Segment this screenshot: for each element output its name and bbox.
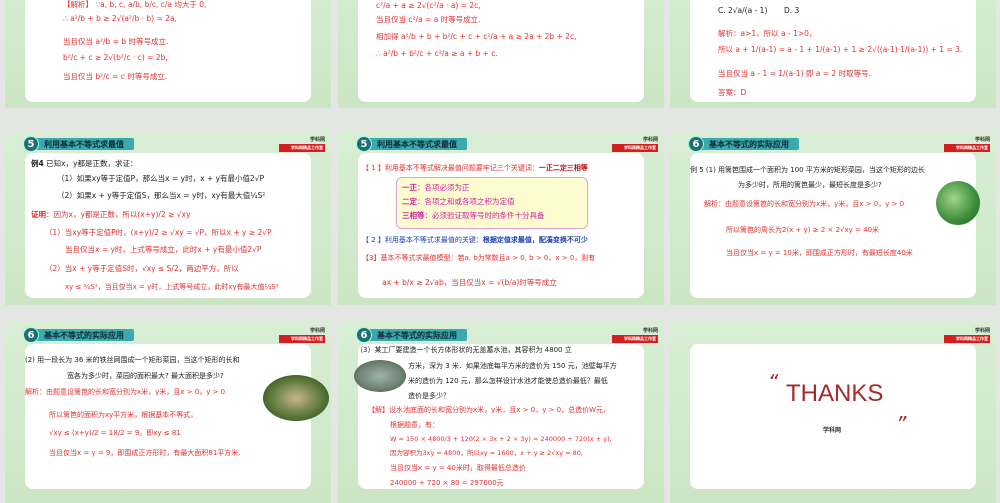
keyword: 一正 [402, 183, 417, 192]
question-text: 已知x，y都是正数，求证： [46, 159, 138, 168]
text-line: 当且仅当 a²/b = b 时等号成立. [63, 37, 169, 46]
text-line: 所以 a + 1/(a-1) = a - 1 + 1/(a-1) + 1 ≥ 2… [718, 45, 963, 54]
section-number: 5 [23, 136, 39, 152]
question-text: 宽各为多少时，菜园的面积最大? 最大面积是多少? [67, 372, 224, 380]
question-text: 为多少时，所用的篱笆最少，最短长度是多少? [738, 181, 882, 189]
text-line: 当且仅当x = y = 10米，即围成正方形时，有最短长度40米 [726, 249, 913, 257]
text-line: c²/a + a ≥ 2√(c²/a · a) = 2c, [376, 1, 481, 10]
question-text: （3）某工厂要建造一个长方体形状的无盖蓄水池，其容积为 4800 立 [356, 346, 572, 354]
point-2: 【 2 】利用基本不等式求最值的关键： [362, 236, 483, 244]
slide-card [690, 344, 976, 489]
text-line: √xy ≤ (x+y)/2 = 18/2 = 9，即xy ≤ 81 [49, 429, 181, 437]
text-line: 解析：a>1，所以 a - 1>0， [718, 29, 817, 38]
slide-thumbnail-5[interactable]: 5 利用基本不等式求最值 学科网 学科网精品工作室 【 1 】利用基本不等式解决最值… [338, 131, 664, 305]
keyword-desc: ：必须验证取等号时的条件十分具备 [424, 211, 545, 220]
section-header: 6 基本不等式的实际应用 [23, 327, 134, 343]
section-header: 6 基本不等式的实际应用 [356, 327, 467, 343]
point-1: 【 1 】利用基本不等式解决最值问题要牢记三个关键词： [362, 164, 539, 172]
slide-thumbnail-6[interactable]: 6 基本不等式的实际应用 学科网 学科网精品工作室 例 5 (1) 用篱笆围成一个面… [670, 131, 996, 305]
text-line: 【解析】 ∵a, b, c, a/b, b/c, c/a 均大于 0, [63, 0, 207, 9]
slide-thumbnail-1[interactable]: 【解析】 ∵a, b, c, a/b, b/c, c/a 均大于 0, ∴ a²… [5, 0, 331, 108]
text-line: 相加得 a²/b + b + b²/c + c + c²/a + a ≥ 2a … [376, 32, 577, 41]
logo-center: 学科网 [823, 427, 842, 434]
keyword: 三相等 [402, 211, 425, 220]
text-line: 所以篱笆的周长为2(x + y) ≥ 2 × 2√xy = 40米 [726, 226, 880, 234]
question-text: 米的造价为 120 元，那么怎样设计水池才能使总造价最低？最低 [408, 377, 608, 385]
text-line: 当且仅当 c²/a = a 时等号成立. [376, 15, 481, 24]
section-title: 基本不等式的实际应用 [701, 138, 799, 150]
text-line: 解析：由题意设篱笆的长和宽分别为x米，y米，且x > 0，y > 0 [704, 200, 905, 208]
text-line: 当且仅当 b²/c = c 时等号成立. [63, 72, 168, 81]
keyword-desc: ：各项必须为正 [417, 183, 470, 192]
text-line: b²/c + c ≥ 2√(b²/c · c) = 2b, [63, 53, 168, 62]
text-line: ：因为x，y都是正数，所以(x+y)/2 ≥ √xy [46, 210, 191, 219]
section-number: 5 [356, 136, 372, 152]
text-line: 当且仅当x = y时，上式等号成立，此时x + y有最小值2√P [65, 245, 262, 254]
text-line: ∴ a²/b + b ≥ 2√(a²/b · b) = 2a, [63, 14, 177, 23]
question-text: 例 5 (1) 用篱笆围成一个面积为 100 平方米的矩形菜园，当这个矩形的边长 [690, 166, 925, 174]
keyword: 二定 [402, 197, 417, 206]
logo: 学科网 学科网精品工作室 [279, 136, 325, 152]
text-line: 当且仅当x = y = 9，即围成正方形时，有最大面积81平方米. [49, 449, 241, 457]
slide-thumbnail-4[interactable]: 5 利用基本不等式求最值 学科网 学科网精品工作室 例4 已知x，y都是正数，求证：… [5, 131, 331, 305]
text-line: xy ≤ ¼S²，当且仅当x = y时，上式等号成立，此时xy有最大值¼S² [65, 283, 279, 291]
text-line: 所以篱笆的面积为xy平方米，根据基本不等式， [49, 411, 198, 419]
text-line: W = 150 × 4800/3 + 120(2 × 3x + 2 × 3y) … [390, 435, 612, 443]
option-d: D. 3 [784, 6, 800, 15]
logo: 学科网 学科网精品工作室 [944, 327, 990, 343]
text-line: ∴ a²/b + b²/c + c²/a ≥ a + b + c. [376, 49, 498, 58]
thanks-title: THANKS [786, 380, 884, 407]
section-title: 基本不等式的实际应用 [36, 329, 134, 341]
point-3: 【3】基本不等式求最值模型：若a, b为常数且a > 0, b > 0，x > … [362, 254, 596, 262]
pool-image [354, 360, 406, 392]
text-line: 【解】设水池底面的长和宽分别为x米，y米，且x > 0，y > 0，总造价W元， [368, 406, 611, 414]
garden-image [263, 375, 329, 421]
keyword-desc: ：各项之和或各项之积为定值 [417, 197, 515, 206]
answer: 答案：D [718, 88, 747, 97]
text-line: 当且仅当x = y = 40米时，取得最低总造价 [390, 464, 526, 472]
slide-thumbnail-2[interactable]: c²/a + a ≥ 2√(c²/a · a) = 2c, 当且仅当 c²/a … [338, 0, 664, 108]
logo: 学科网 学科网精品工作室 [612, 136, 658, 152]
slide-thumbnail-8[interactable]: 6 基本不等式的实际应用 学科网 学科网精品工作室 （3）某工厂要建造一个长方体形状… [338, 322, 664, 503]
slide-thumbnail-3[interactable]: C. 2√a/(a - 1) D. 3 解析：a>1，所以 a - 1>0， 所… [670, 0, 996, 108]
section-header: 5 利用基本不等式求最值 [356, 136, 467, 152]
logo: 学科网 学科网精品工作室 [279, 327, 325, 343]
question-text: 方米，深为 3 米．如果池底每平方米的造价为 150 元，池壁每平方 [408, 362, 617, 370]
close-quote: ” [896, 412, 907, 436]
logo: 学科网 学科网精品工作室 [612, 327, 658, 343]
text-line: 当且仅当 a - 1 = 1/(a-1) 即 a = 2 时取等号. [718, 69, 871, 78]
proof-label: 证明 [31, 210, 46, 219]
point-2-key: 根据定值求最值，配凑变换不可少 [482, 236, 588, 244]
question-text: （2）如果x + y等于定值S，那么当x = y时，xy有最大值¼S² [57, 191, 266, 200]
section-header: 6 基本不等式的实际应用 [688, 136, 799, 152]
question-text: (2) 用一段长为 36 米的铁丝网围成一个矩形菜园，当这个矩形的长和 [25, 356, 240, 364]
text-line: 因为容积为3xy = 4800，所以xy = 1600，x + y ≥ 2√xy… [390, 449, 584, 457]
option-c: C. 2√a/(a - 1) [718, 6, 768, 15]
slide-thumbnail-9[interactable]: 学科网 学科网精品工作室 “ THANKS ” 学科网 [670, 322, 996, 503]
text-line: （1）当xy等于定值P时，(x+y)/2 ≥ √xy = √P，所以x + y … [45, 228, 272, 237]
slide-thumbnail-7[interactable]: 6 基本不等式的实际应用 学科网 学科网精品工作室 (2) 用一段长为 36 米的铁… [5, 322, 331, 503]
section-header: 5 利用基本不等式求最值 [23, 136, 134, 152]
section-title: 利用基本不等式求最值 [369, 138, 467, 150]
text-line: （2）当x + y等于定值S时，√xy ≤ S/2，两边平方，所以 [45, 264, 239, 273]
question-text: （1）如果xy等于定值P，那么当x = y时，x + y有最小值2√P [57, 174, 265, 183]
question-text: 造价是多少？ [408, 392, 450, 400]
section-title: 基本不等式的实际应用 [369, 329, 467, 341]
open-quote: “ [768, 370, 779, 394]
point-1-keywords: 一正二定三相等 [538, 164, 588, 172]
section-title: 利用基本不等式求最值 [36, 138, 134, 150]
logo: 学科网 学科网精品工作室 [944, 136, 990, 152]
section-number: 6 [688, 136, 704, 152]
section-number: 6 [356, 327, 372, 343]
example-label: 例4 [31, 159, 44, 168]
fence-image [936, 181, 980, 225]
text-line: 根据题意，有： [390, 421, 439, 429]
section-number: 6 [23, 327, 39, 343]
text-line: 解析：由题意设篱笆的长和宽分别为x米，y米，且x > 0，y > 0 [25, 388, 226, 396]
formula: ax + b/x ≥ 2√ab，当且仅当x = √(b/a)时等号成立 [382, 278, 557, 287]
text-line: 240000 + 720 × 80 = 297600元 [390, 479, 504, 487]
